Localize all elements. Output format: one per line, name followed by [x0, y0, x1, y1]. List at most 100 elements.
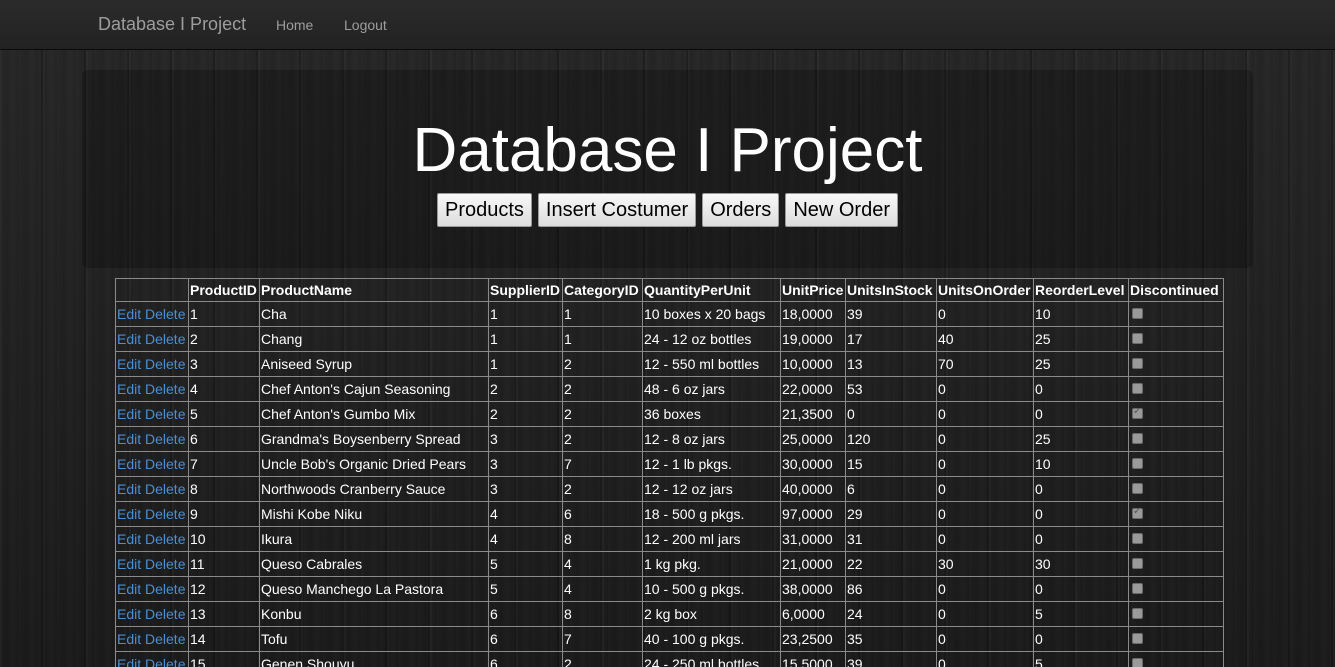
cell-quantityperunit: 10 - 500 g pkgs. — [642, 576, 781, 602]
cell-categoryid: 1 — [562, 301, 643, 327]
edit-link[interactable]: Edit — [117, 406, 141, 422]
cell-categoryid: 7 — [562, 626, 643, 652]
row-actions-cell: Edit Delete — [115, 301, 189, 327]
cell-reorderlevel: 0 — [1033, 501, 1129, 527]
cell-productid: 15 — [188, 651, 260, 667]
delete-link[interactable]: Delete — [145, 581, 185, 597]
cell-quantityperunit: 24 - 250 ml bottles — [642, 651, 781, 667]
row-actions-cell: Edit Delete — [115, 351, 189, 377]
discontinued-checkbox-checked — [1132, 406, 1143, 419]
delete-link[interactable]: Delete — [145, 531, 185, 547]
edit-link[interactable]: Edit — [117, 481, 141, 497]
row-actions-cell: Edit Delete — [115, 526, 189, 552]
cell-unitsinstock: 39 — [845, 651, 937, 667]
column-header-discontinued: Discontinued — [1128, 278, 1224, 302]
cell-productname: Chang — [259, 326, 489, 352]
delete-link[interactable]: Delete — [145, 631, 185, 647]
cell-categoryid: 8 — [562, 601, 643, 627]
delete-link[interactable]: Delete — [145, 381, 185, 397]
cell-discontinued — [1128, 476, 1224, 502]
cell-discontinued — [1128, 376, 1224, 402]
cell-quantityperunit: 18 - 500 g pkgs. — [642, 501, 781, 527]
cell-productname: Chef Anton's Cajun Seasoning — [259, 376, 489, 402]
cell-productid: 8 — [188, 476, 260, 502]
cell-categoryid: 2 — [562, 426, 643, 452]
edit-link[interactable]: Edit — [117, 456, 141, 472]
cell-unitprice: 30,0000 — [780, 451, 846, 477]
table-row: Edit Delete 2 Chang 1 1 24 - 12 oz bottles 19,… — [115, 326, 1224, 352]
delete-link[interactable]: Delete — [145, 331, 185, 347]
cell-productid: 12 — [188, 576, 260, 602]
delete-link[interactable]: Delete — [145, 456, 185, 472]
cell-unitsinstock: 6 — [845, 476, 937, 502]
cell-categoryid: 7 — [562, 451, 643, 477]
delete-link[interactable]: Delete — [145, 556, 185, 572]
cell-quantityperunit: 36 boxes — [642, 401, 781, 427]
row-actions-cell: Edit Delete — [115, 601, 189, 627]
cell-categoryid: 6 — [562, 501, 643, 527]
edit-link[interactable]: Edit — [117, 506, 141, 522]
edit-link[interactable]: Edit — [117, 431, 141, 447]
column-header-unitsonorder: UnitsOnOrder — [936, 278, 1034, 302]
column-header-supplierid: SupplierID — [488, 278, 563, 302]
brand-link[interactable]: Database I Project — [98, 14, 246, 35]
delete-link[interactable]: Delete — [145, 306, 185, 322]
cell-productid: 2 — [188, 326, 260, 352]
cell-productid: 13 — [188, 601, 260, 627]
cell-productname: Ikura — [259, 526, 489, 552]
cell-productid: 14 — [188, 626, 260, 652]
cell-unitprice: 21,3500 — [780, 401, 846, 427]
delete-link[interactable]: Delete — [145, 606, 185, 622]
cell-unitsinstock: 24 — [845, 601, 937, 627]
delete-link[interactable]: Delete — [145, 431, 185, 447]
discontinued-checkbox — [1132, 657, 1143, 667]
delete-link[interactable]: Delete — [145, 356, 185, 372]
cell-productname: Aniseed Syrup — [259, 351, 489, 377]
new-order-button[interactable]: New Order — [785, 193, 899, 227]
cell-discontinued — [1128, 576, 1224, 602]
edit-link[interactable]: Edit — [117, 381, 141, 397]
cell-productname: Konbu — [259, 601, 489, 627]
edit-link[interactable]: Edit — [117, 656, 141, 667]
cell-unitsinstock: 29 — [845, 501, 937, 527]
nav-home-link[interactable]: Home — [276, 17, 313, 33]
discontinued-checkbox — [1132, 457, 1143, 469]
cell-productname: Tofu — [259, 626, 489, 652]
edit-link[interactable]: Edit — [117, 556, 141, 572]
edit-link[interactable]: Edit — [117, 606, 141, 622]
edit-link[interactable]: Edit — [117, 331, 141, 347]
cell-unitprice: 19,0000 — [780, 326, 846, 352]
table-row: Edit Delete 13 Konbu 6 8 2 kg box 6,0000 24 0 5 — [115, 601, 1224, 627]
cell-categoryid: 2 — [562, 401, 643, 427]
delete-link[interactable]: Delete — [145, 656, 185, 667]
nav-logout-link[interactable]: Logout — [344, 17, 387, 33]
cell-unitprice: 10,0000 — [780, 351, 846, 377]
edit-link[interactable]: Edit — [117, 356, 141, 372]
discontinued-checkbox — [1132, 607, 1143, 619]
discontinued-checkbox — [1132, 307, 1143, 319]
cell-reorderlevel: 0 — [1033, 576, 1129, 602]
cell-categoryid: 2 — [562, 351, 643, 377]
edit-link[interactable]: Edit — [117, 581, 141, 597]
delete-link[interactable]: Delete — [145, 481, 185, 497]
cell-discontinued — [1128, 351, 1224, 377]
cell-unitprice: 18,0000 — [780, 301, 846, 327]
orders-button[interactable]: Orders — [702, 193, 780, 227]
delete-link[interactable]: Delete — [145, 506, 185, 522]
delete-link[interactable]: Delete — [145, 406, 185, 422]
cell-quantityperunit: 48 - 6 oz jars — [642, 376, 781, 402]
table-body: Edit Delete 1 Cha 1 1 10 boxes x 20 bags 18,00… — [115, 301, 1224, 667]
discontinued-checkbox — [1132, 557, 1143, 569]
cell-productid: 3 — [188, 351, 260, 377]
cell-productname: Cha — [259, 301, 489, 327]
cell-categoryid: 8 — [562, 526, 643, 552]
edit-link[interactable]: Edit — [117, 631, 141, 647]
column-header-unitprice: UnitPrice — [780, 278, 846, 302]
edit-link[interactable]: Edit — [117, 531, 141, 547]
products-button[interactable]: Products — [436, 193, 532, 227]
insert-costumer-button[interactable]: Insert Costumer — [537, 193, 697, 227]
edit-link[interactable]: Edit — [117, 306, 141, 322]
table-row: Edit Delete 8 Northwoods Cranberry Sauce 3 2… — [115, 476, 1224, 502]
cell-unitsonorder: 40 — [936, 326, 1034, 352]
discontinued-checkbox — [1132, 532, 1143, 544]
